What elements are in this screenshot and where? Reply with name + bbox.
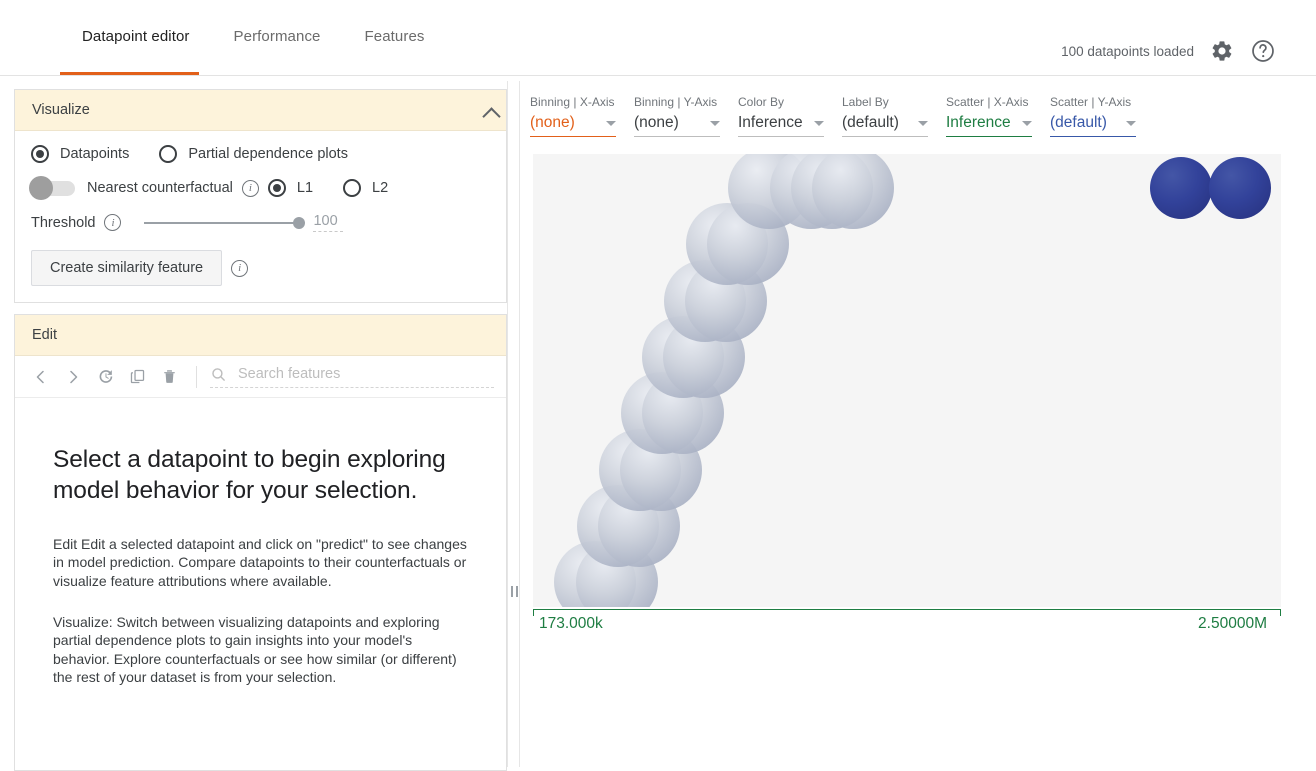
control-label: Binning | X-Axis [530, 95, 615, 109]
control-label: Binning | Y-Axis [634, 95, 718, 109]
threshold-value-input[interactable]: 100 [313, 213, 344, 232]
left-panel: Visualize Datapoints Partial dependence … [14, 89, 507, 771]
similarity-feature-row: Create similarity feature i [31, 250, 490, 286]
binning-y-axis-value: (none) [634, 114, 679, 131]
control-label: Label By [842, 95, 889, 109]
control-color-by: Color By Inference [738, 95, 824, 137]
binning-y-axis-select[interactable]: (none) [634, 114, 720, 137]
info-icon[interactable]: i [104, 214, 122, 231]
duplicate-icon[interactable] [123, 363, 151, 391]
next-datapoint-icon[interactable] [59, 363, 87, 391]
scatter-datapoint[interactable] [1209, 157, 1271, 219]
control-label-by: Label By (default) [842, 95, 928, 137]
x-axis-max-label: 2.50000M [1198, 615, 1267, 632]
top-bar: Datapoint editor Performance Features 10… [0, 0, 1316, 81]
create-similarity-feature-button[interactable]: Create similarity feature [31, 250, 223, 286]
edit-card: Edit Search features Select a datapoint … [14, 314, 507, 771]
top-bar-actions: 100 datapoints loaded [1061, 38, 1276, 64]
control-label: Scatter | Y-Axis [1050, 95, 1132, 109]
control-scatter-y-axis: Scatter | Y-Axis (default) [1050, 95, 1136, 137]
radio-datapoints-label: Datapoints [60, 146, 130, 162]
radio-l2[interactable] [343, 179, 362, 197]
scatter-x-axis-select[interactable]: Inference [946, 114, 1032, 137]
edit-card-header[interactable]: Edit [15, 315, 506, 356]
binning-x-axis-select[interactable]: (none) [530, 114, 616, 137]
edit-title: Edit [32, 327, 57, 343]
x-axis-min-label: 173.000k [539, 615, 603, 632]
visualize-card-header[interactable]: Visualize [15, 90, 506, 131]
search-input[interactable] [236, 365, 494, 383]
control-scatter-x-axis: Scatter | X-Axis Inference [946, 95, 1032, 137]
chevron-down-icon[interactable] [814, 120, 824, 126]
color-by-select[interactable]: Inference [738, 114, 824, 137]
nearest-counterfactual-label: Nearest counterfactual [87, 180, 233, 196]
active-tab-indicator [60, 72, 199, 75]
empty-state-paragraph-visualize: Visualize: Switch between visualizing da… [53, 613, 457, 686]
radio-l1[interactable] [267, 179, 286, 197]
info-icon[interactable]: i [231, 259, 249, 277]
label-by-select[interactable]: (default) [842, 114, 928, 137]
tab-bar: Datapoint editor Performance Features [60, 28, 447, 63]
edit-toolbar [15, 356, 506, 398]
visualize-mode-radio-group: Datapoints Partial dependence plots [31, 145, 490, 163]
threshold-slider[interactable] [144, 216, 306, 229]
x-axis-tick-right [1280, 609, 1281, 616]
tab-bar-divider [0, 75, 1316, 76]
info-icon[interactable]: i [241, 179, 259, 197]
scatter-plot[interactable] [533, 154, 1281, 607]
drag-handle-icon[interactable] [511, 586, 518, 597]
x-axis-line [533, 609, 1281, 610]
control-binning-x-axis: Binning | X-Axis (none) [530, 95, 616, 137]
chevron-down-icon[interactable] [710, 120, 720, 126]
search-icon [210, 366, 227, 383]
prev-datapoint-icon[interactable] [27, 363, 55, 391]
x-axis-tick-left [533, 609, 534, 616]
radio-l2-label: L2 [372, 180, 389, 196]
nearest-counterfactual-row: Nearest counterfactual i L1 L2 [29, 175, 490, 200]
nearest-counterfactual-toggle[interactable] [29, 175, 75, 200]
chevron-down-icon[interactable] [1126, 120, 1136, 126]
scatter-x-axis-value: Inference [946, 114, 1011, 131]
tab-performance[interactable]: Performance [212, 28, 343, 63]
scatter-y-axis-value: (default) [1050, 114, 1107, 131]
empty-state-paragraph-edit: Edit Edit a selected datapoint and click… [53, 535, 467, 589]
visualize-card: Visualize Datapoints Partial dependence … [14, 89, 507, 303]
label-by-value: (default) [842, 114, 899, 131]
threshold-label: Threshold [31, 214, 96, 231]
toolbar-divider [196, 365, 197, 388]
control-label: Scatter | X-Axis [946, 95, 1029, 109]
color-by-value: Inference [738, 114, 803, 131]
search-features-field[interactable] [210, 365, 494, 388]
right-panel: Binning | X-Axis (none) Binning | Y-Axis… [520, 81, 1316, 767]
revert-history-icon[interactable] [91, 363, 119, 391]
empty-state-title: Select a datapoint to begin exploring mo… [53, 446, 446, 505]
plot-controls: Binning | X-Axis (none) Binning | Y-Axis… [530, 95, 1154, 137]
control-binning-y-axis: Binning | Y-Axis (none) [634, 95, 720, 137]
chevron-down-icon[interactable] [606, 120, 616, 126]
visualize-title: Visualize [32, 102, 90, 118]
control-label: Color By [738, 95, 785, 109]
datapoints-loaded-status: 100 datapoints loaded [1061, 43, 1194, 59]
help-circle-icon[interactable] [1250, 38, 1276, 64]
tab-features[interactable]: Features [343, 28, 447, 63]
edit-empty-state: Select a datapoint to begin exploring mo… [15, 398, 506, 687]
panel-resize-divider[interactable] [507, 81, 520, 767]
chevron-down-icon[interactable] [1022, 120, 1032, 126]
threshold-row: Threshold i 100 [31, 213, 490, 232]
radio-l1-label: L1 [296, 180, 314, 196]
visualize-card-body: Datapoints Partial dependence plots Near… [15, 131, 506, 302]
gear-icon[interactable] [1210, 39, 1234, 63]
radio-partial-dependence-plots-label: Partial dependence plots [188, 146, 348, 162]
scatter-datapoint[interactable] [1150, 157, 1212, 219]
scatter-datapoint[interactable] [812, 154, 894, 229]
scatter-y-axis-select[interactable]: (default) [1050, 114, 1136, 137]
delete-icon[interactable] [155, 363, 183, 391]
chevron-down-icon[interactable] [918, 120, 928, 126]
binning-x-axis-value: (none) [530, 114, 575, 131]
tab-datapoint-editor[interactable]: Datapoint editor [60, 28, 212, 63]
radio-datapoints[interactable] [31, 145, 49, 163]
radio-partial-dependence-plots[interactable] [159, 145, 178, 163]
